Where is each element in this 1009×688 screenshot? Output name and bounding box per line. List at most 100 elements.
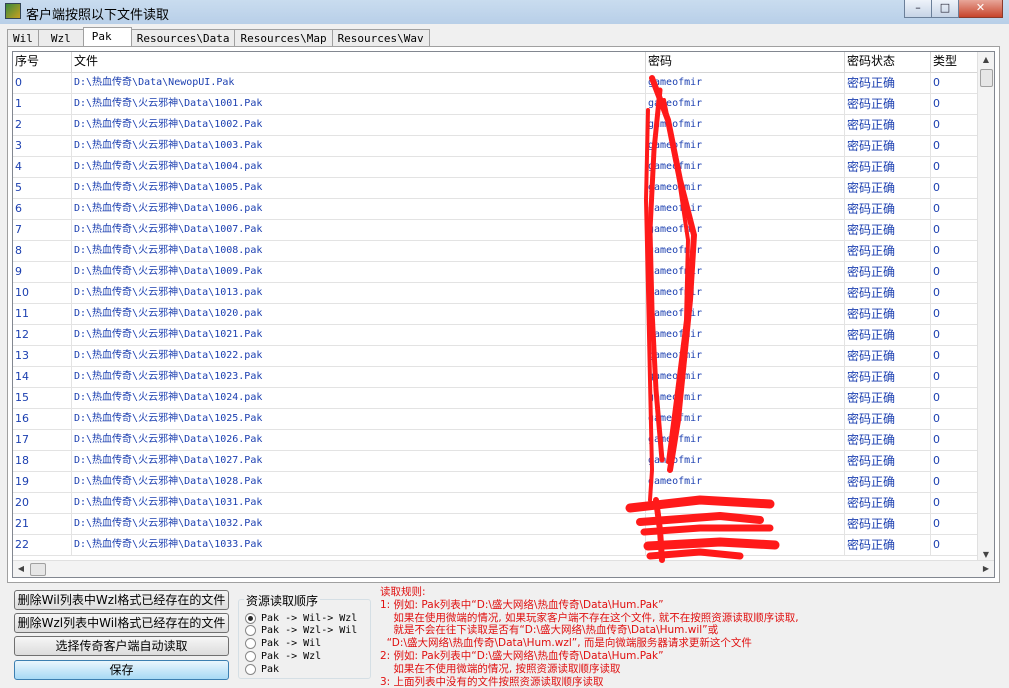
horizontal-scrollbar[interactable]: ◀ ▶	[13, 560, 994, 577]
row-status-cell: 密码正确	[845, 514, 931, 534]
read-order-option-label: Pak -> Wzl-> Wil	[261, 625, 358, 637]
maximize-button[interactable]: □	[932, 0, 959, 18]
table-row[interactable]: 1 D:\热血传奇\火云邪神\Data\1001.Pak gameofmir 密码正确…	[13, 94, 983, 115]
row-file-cell: D:\热血传奇\火云邪神\Data\1025.Pak	[72, 409, 646, 429]
row-status-cell: 密码正确	[845, 304, 931, 324]
table-row[interactable]: 0 D:\热血传奇\Data\NewopUI.Pak gameofmir 密码正确 0	[13, 73, 983, 94]
radio-button-icon[interactable]	[245, 663, 256, 675]
scroll-up-icon[interactable]: ▲	[978, 52, 994, 68]
file-table: 序号 文件 密码 密码状态 类型 0 D:\热血传奇\Data\NewopUI.P…	[12, 51, 995, 578]
radio-button-icon[interactable]	[245, 612, 256, 624]
table-row[interactable]: 14 D:\热血传奇\火云邪神\Data\1023.Pak gameofmir 密码正…	[13, 367, 983, 388]
row-type-cell: 0	[931, 325, 983, 345]
read-order-option-label: Pak	[261, 663, 280, 675]
column-header-password-status[interactable]: 密码状态	[845, 52, 931, 72]
row-file-cell: D:\热血传奇\火云邪神\Data\1028.Pak	[72, 472, 646, 492]
row-status-cell: 密码正确	[845, 73, 931, 93]
row-password-cell: gameofmir	[646, 367, 845, 387]
row-index-cell: 3	[13, 136, 72, 156]
row-type-cell: 0	[931, 94, 983, 114]
minimize-button[interactable]: –	[904, 0, 932, 18]
scroll-right-icon[interactable]: ▶	[978, 561, 994, 577]
row-index-cell: 8	[13, 241, 72, 261]
row-type-cell: 0	[931, 493, 983, 513]
column-header-index[interactable]: 序号	[13, 52, 72, 72]
table-row[interactable]: 18 D:\热血传奇\火云邪神\Data\1027.Pak gameofmir 密码正…	[13, 451, 983, 472]
row-password-cell: gameofmir	[646, 94, 845, 114]
delete-wil-duplicates-button[interactable]: 删除Wil列表中Wzl格式已经存在的文件	[14, 590, 229, 610]
vertical-scroll-thumb[interactable]	[980, 69, 993, 87]
row-index-cell: 6	[13, 199, 72, 219]
row-type-cell: 0	[931, 346, 983, 366]
row-type-cell: 0	[931, 514, 983, 534]
tab-pak[interactable]: Pak	[82, 27, 132, 46]
row-file-cell: D:\热血传奇\火云邪神\Data\1007.Pak	[72, 220, 646, 240]
table-row[interactable]: 21 D:\热血传奇\火云邪神\Data\1032.Pak 密码正确 0	[13, 514, 983, 535]
row-index-cell: 22	[13, 535, 72, 555]
row-status-cell: 密码正确	[845, 241, 931, 261]
table-row[interactable]: 10 D:\热血传奇\火云邪神\Data\1013.pak gameofmir 密码正…	[13, 283, 983, 304]
read-order-option[interactable]: Pak -> Wzl-> Wil	[245, 625, 357, 637]
row-status-cell: 密码正确	[845, 409, 931, 429]
row-index-cell: 14	[13, 367, 72, 387]
save-button[interactable]: 保存	[14, 660, 229, 680]
row-type-cell: 0	[931, 409, 983, 429]
table-row[interactable]: 7 D:\热血传奇\火云邪神\Data\1007.Pak gameofmir 密码正确…	[13, 220, 983, 241]
row-type-cell: 0	[931, 472, 983, 492]
tab-resources-data[interactable]: Resources\Data	[130, 29, 236, 46]
read-order-option[interactable]: Pak -> Wzl	[245, 650, 321, 662]
table-row[interactable]: 6 D:\热血传奇\火云邪神\Data\1006.pak gameofmir 密码正确…	[13, 199, 983, 220]
read-order-option[interactable]: Pak -> Wil	[245, 638, 321, 650]
table-row[interactable]: 22 D:\热血传奇\火云邪神\Data\1033.Pak 密码正确 0	[13, 535, 983, 556]
table-row[interactable]: 2 D:\热血传奇\火云邪神\Data\1002.Pak gameofmir 密码正确…	[13, 115, 983, 136]
tab-wil[interactable]: Wil	[7, 29, 39, 46]
row-index-cell: 21	[13, 514, 72, 534]
table-row[interactable]: 8 D:\热血传奇\火云邪神\Data\1008.pak gameofmir 密码正确…	[13, 241, 983, 262]
read-order-option[interactable]: Pak -> Wil-> Wzl	[245, 612, 357, 624]
column-header-password[interactable]: 密码	[646, 52, 845, 72]
table-row[interactable]: 17 D:\热血传奇\火云邪神\Data\1026.Pak gameofmir 密码正…	[13, 430, 983, 451]
table-row[interactable]: 11 D:\热血传奇\火云邪神\Data\1020.pak gameofmir 密码正…	[13, 304, 983, 325]
column-header-type[interactable]: 类型	[931, 52, 983, 72]
table-row[interactable]: 5 D:\热血传奇\火云邪神\Data\1005.Pak gameofmir 密码正确…	[13, 178, 983, 199]
tab-wzl[interactable]: Wzl	[37, 29, 84, 46]
select-client-button[interactable]: 选择传奇客户端自动读取	[14, 636, 229, 656]
table-row[interactable]: 20 D:\热血传奇\火云邪神\Data\1031.Pak 密码正确 0	[13, 493, 983, 514]
row-type-cell: 0	[931, 535, 983, 555]
radio-button-icon[interactable]	[245, 638, 256, 650]
row-status-cell: 密码正确	[845, 136, 931, 156]
table-row[interactable]: 13 D:\热血传奇\火云邪神\Data\1022.pak gameofmir 密码正…	[13, 346, 983, 367]
row-status-cell: 密码正确	[845, 94, 931, 114]
row-password-cell: gameofmir	[646, 241, 845, 261]
table-row[interactable]: 19 D:\热血传奇\火云邪神\Data\1028.Pak gameofmir 密码正…	[13, 472, 983, 493]
row-index-cell: 11	[13, 304, 72, 324]
row-file-cell: D:\热血传奇\火云邪神\Data\1002.Pak	[72, 115, 646, 135]
row-type-cell: 0	[931, 73, 983, 93]
vertical-scrollbar[interactable]: ▲ ▼	[977, 52, 994, 563]
horizontal-scroll-thumb[interactable]	[30, 563, 46, 576]
column-header-file[interactable]: 文件	[72, 52, 646, 72]
close-button[interactable]: ✕	[959, 0, 1003, 18]
row-status-cell: 密码正确	[845, 115, 931, 135]
table-body: 0 D:\热血传奇\Data\NewopUI.Pak gameofmir 密码正确 0 1…	[13, 73, 983, 563]
tab-panel: 序号 文件 密码 密码状态 类型 0 D:\热血传奇\Data\NewopUI.P…	[7, 46, 1000, 583]
read-order-option[interactable]: Pak	[245, 663, 279, 675]
row-index-cell: 9	[13, 262, 72, 282]
row-type-cell: 0	[931, 220, 983, 240]
tab-resources-wav[interactable]: Resources\Wav	[331, 29, 430, 46]
delete-wzl-duplicates-button[interactable]: 删除Wzl列表中Wil格式已经存在的文件	[14, 613, 229, 633]
table-row[interactable]: 4 D:\热血传奇\火云邪神\Data\1004.pak gameofmir 密码正确…	[13, 157, 983, 178]
table-row[interactable]: 9 D:\热血传奇\火云邪神\Data\1009.Pak gameofmir 密码正确…	[13, 262, 983, 283]
tab-resources-map[interactable]: Resources\Map	[234, 29, 333, 46]
row-file-cell: D:\热血传奇\火云邪神\Data\1005.Pak	[72, 178, 646, 198]
table-row[interactable]: 3 D:\热血传奇\火云邪神\Data\1003.Pak gameofmir 密码正确…	[13, 136, 983, 157]
scroll-left-icon[interactable]: ◀	[13, 561, 29, 577]
row-password-cell: gameofmir	[646, 262, 845, 282]
row-password-cell: gameofmir	[646, 283, 845, 303]
table-row[interactable]: 12 D:\热血传奇\火云邪神\Data\1021.Pak gameofmir 密码正…	[13, 325, 983, 346]
radio-button-icon[interactable]	[245, 625, 256, 637]
row-type-cell: 0	[931, 241, 983, 261]
table-row[interactable]: 15 D:\热血传奇\火云邪神\Data\1024.pak gameofmir 密码正…	[13, 388, 983, 409]
radio-button-icon[interactable]	[245, 650, 256, 662]
table-row[interactable]: 16 D:\热血传奇\火云邪神\Data\1025.Pak gameofmir 密码正…	[13, 409, 983, 430]
